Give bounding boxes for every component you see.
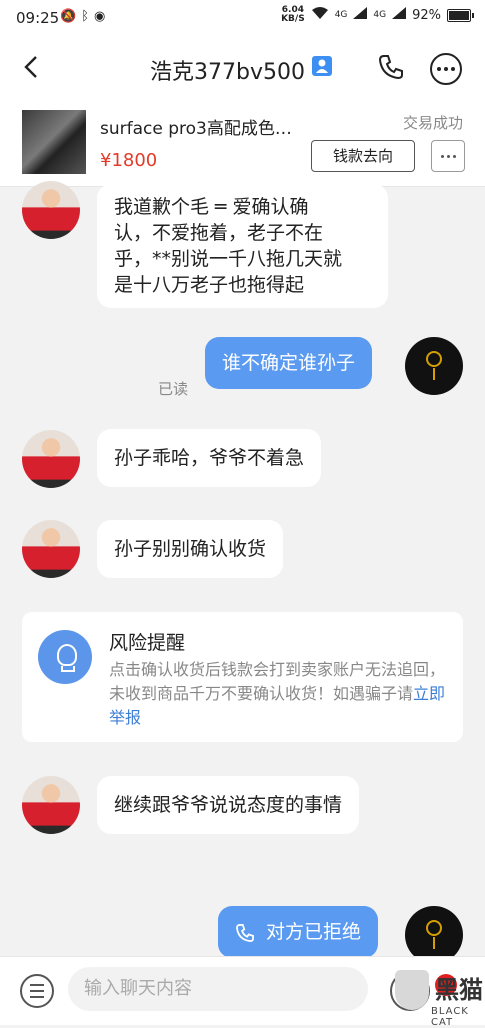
- product-card[interactable]: surface pro3高配成色… ¥1800 交易成功 钱款去向: [0, 100, 485, 187]
- lightbulb-icon: [38, 630, 92, 684]
- message-text-line: 是十八万老子也拖得起: [114, 274, 305, 296]
- watermark-cn: 黑猫: [435, 976, 483, 1004]
- more-options-icon[interactable]: [430, 53, 462, 85]
- signal-1-label: 4G: [334, 10, 348, 20]
- product-title[interactable]: surface pro3高配成色…: [100, 114, 292, 139]
- black-cat-watermark: 黑猫 BLACK CAT: [395, 970, 485, 1028]
- message-text-line: 我道歉个毛 ═ 爱确认确: [114, 196, 309, 218]
- risk-warning-body: 点击确认收货后钱款会打到卖家账户无法追回，未收到商品千万不要确认收货！如遇骗子请…: [109, 658, 454, 730]
- risk-warning-card: 风险提醒 点击确认收货后钱款会打到卖家账户无法追回，未收到商品千万不要确认收货！…: [22, 612, 463, 742]
- message-text-line: 乎，**别说一千八拖几天就: [114, 248, 343, 270]
- partner-avatar[interactable]: [22, 430, 80, 488]
- verified-user-icon: [312, 56, 332, 76]
- status-notification-icons: 🔕 ᛒ ◉: [60, 9, 105, 24]
- status-time: 09:25: [16, 9, 60, 27]
- product-price: ¥1800: [100, 150, 158, 171]
- avatar-stem: [433, 368, 435, 380]
- watermark-en: BLACK CAT: [431, 1006, 469, 1028]
- status-bar: 09:25 🔕 ᛒ ◉ 6.04 KB/S 4G 4G 92%: [0, 0, 485, 36]
- net-speed: 6.04 KB/S: [281, 6, 305, 24]
- battery-icon: [447, 8, 474, 22]
- signal-2-label: 4G: [373, 10, 387, 20]
- my-avatar[interactable]: [405, 337, 463, 395]
- chat-partner-name: 浩克377bv500: [150, 60, 305, 85]
- trade-status: 交易成功: [402, 114, 463, 132]
- chat-header: 浩克377bv500: [0, 36, 485, 100]
- mute-icon: 🔕: [60, 9, 77, 24]
- phone-icon[interactable]: [376, 52, 406, 82]
- partner-avatar[interactable]: [22, 776, 80, 834]
- product-more-icon[interactable]: [431, 140, 465, 172]
- message-bubble-outgoing: 谁不确定谁孙子: [205, 337, 373, 389]
- call-status-text: 对方已拒绝: [266, 921, 362, 943]
- status-right: 6.04 KB/S 4G 4G 92%: [281, 6, 474, 24]
- menu-icon[interactable]: [20, 974, 54, 1008]
- bluetooth-icon: ᛒ: [81, 9, 89, 24]
- message-text-line: 认，不爱拖着，老子不在: [114, 222, 324, 244]
- risk-warning-text: 点击确认收货后钱款会打到卖家账户无法追回，未收到商品千万不要确认收货！如遇骗子请: [109, 660, 446, 703]
- avatar-ring: [426, 351, 442, 367]
- message-bubble-incoming: 孙子乖哈，爷爷不着急: [97, 429, 322, 487]
- app-notification-icon: ◉: [94, 9, 106, 24]
- phone-icon: [236, 924, 254, 942]
- message-bubble-incoming: 继续跟爷爷说说态度的事情: [97, 776, 360, 834]
- net-speed-unit: KB/S: [281, 14, 305, 24]
- avatar-stem: [433, 937, 435, 949]
- partner-avatar[interactable]: [22, 181, 80, 239]
- message-bubble-incoming: 我道歉个毛 ═ 爱确认确 认，不爱拖着，老子不在 乎，**别说一千八拖几天就 是…: [97, 184, 388, 308]
- partner-avatar[interactable]: [22, 520, 80, 578]
- message-bubble-incoming: 孙子别别确认收货: [97, 520, 284, 578]
- chat-input[interactable]: 输入聊天内容: [68, 967, 368, 1011]
- back-arrow-icon[interactable]: [18, 52, 48, 82]
- wifi-icon: [311, 6, 329, 24]
- read-receipt: 已读: [158, 380, 189, 398]
- avatar-ring: [426, 920, 442, 936]
- cat-logo-icon: [395, 970, 429, 1010]
- risk-warning-title: 风险提醒: [109, 632, 186, 654]
- signal-1-icon: [353, 7, 368, 23]
- battery-percent: 92%: [412, 7, 441, 23]
- call-record-bubble[interactable]: 对方已拒绝: [218, 906, 379, 958]
- signal-2-icon: [392, 7, 407, 23]
- product-thumbnail[interactable]: [22, 110, 86, 174]
- money-destination-button[interactable]: 钱款去向: [311, 140, 415, 172]
